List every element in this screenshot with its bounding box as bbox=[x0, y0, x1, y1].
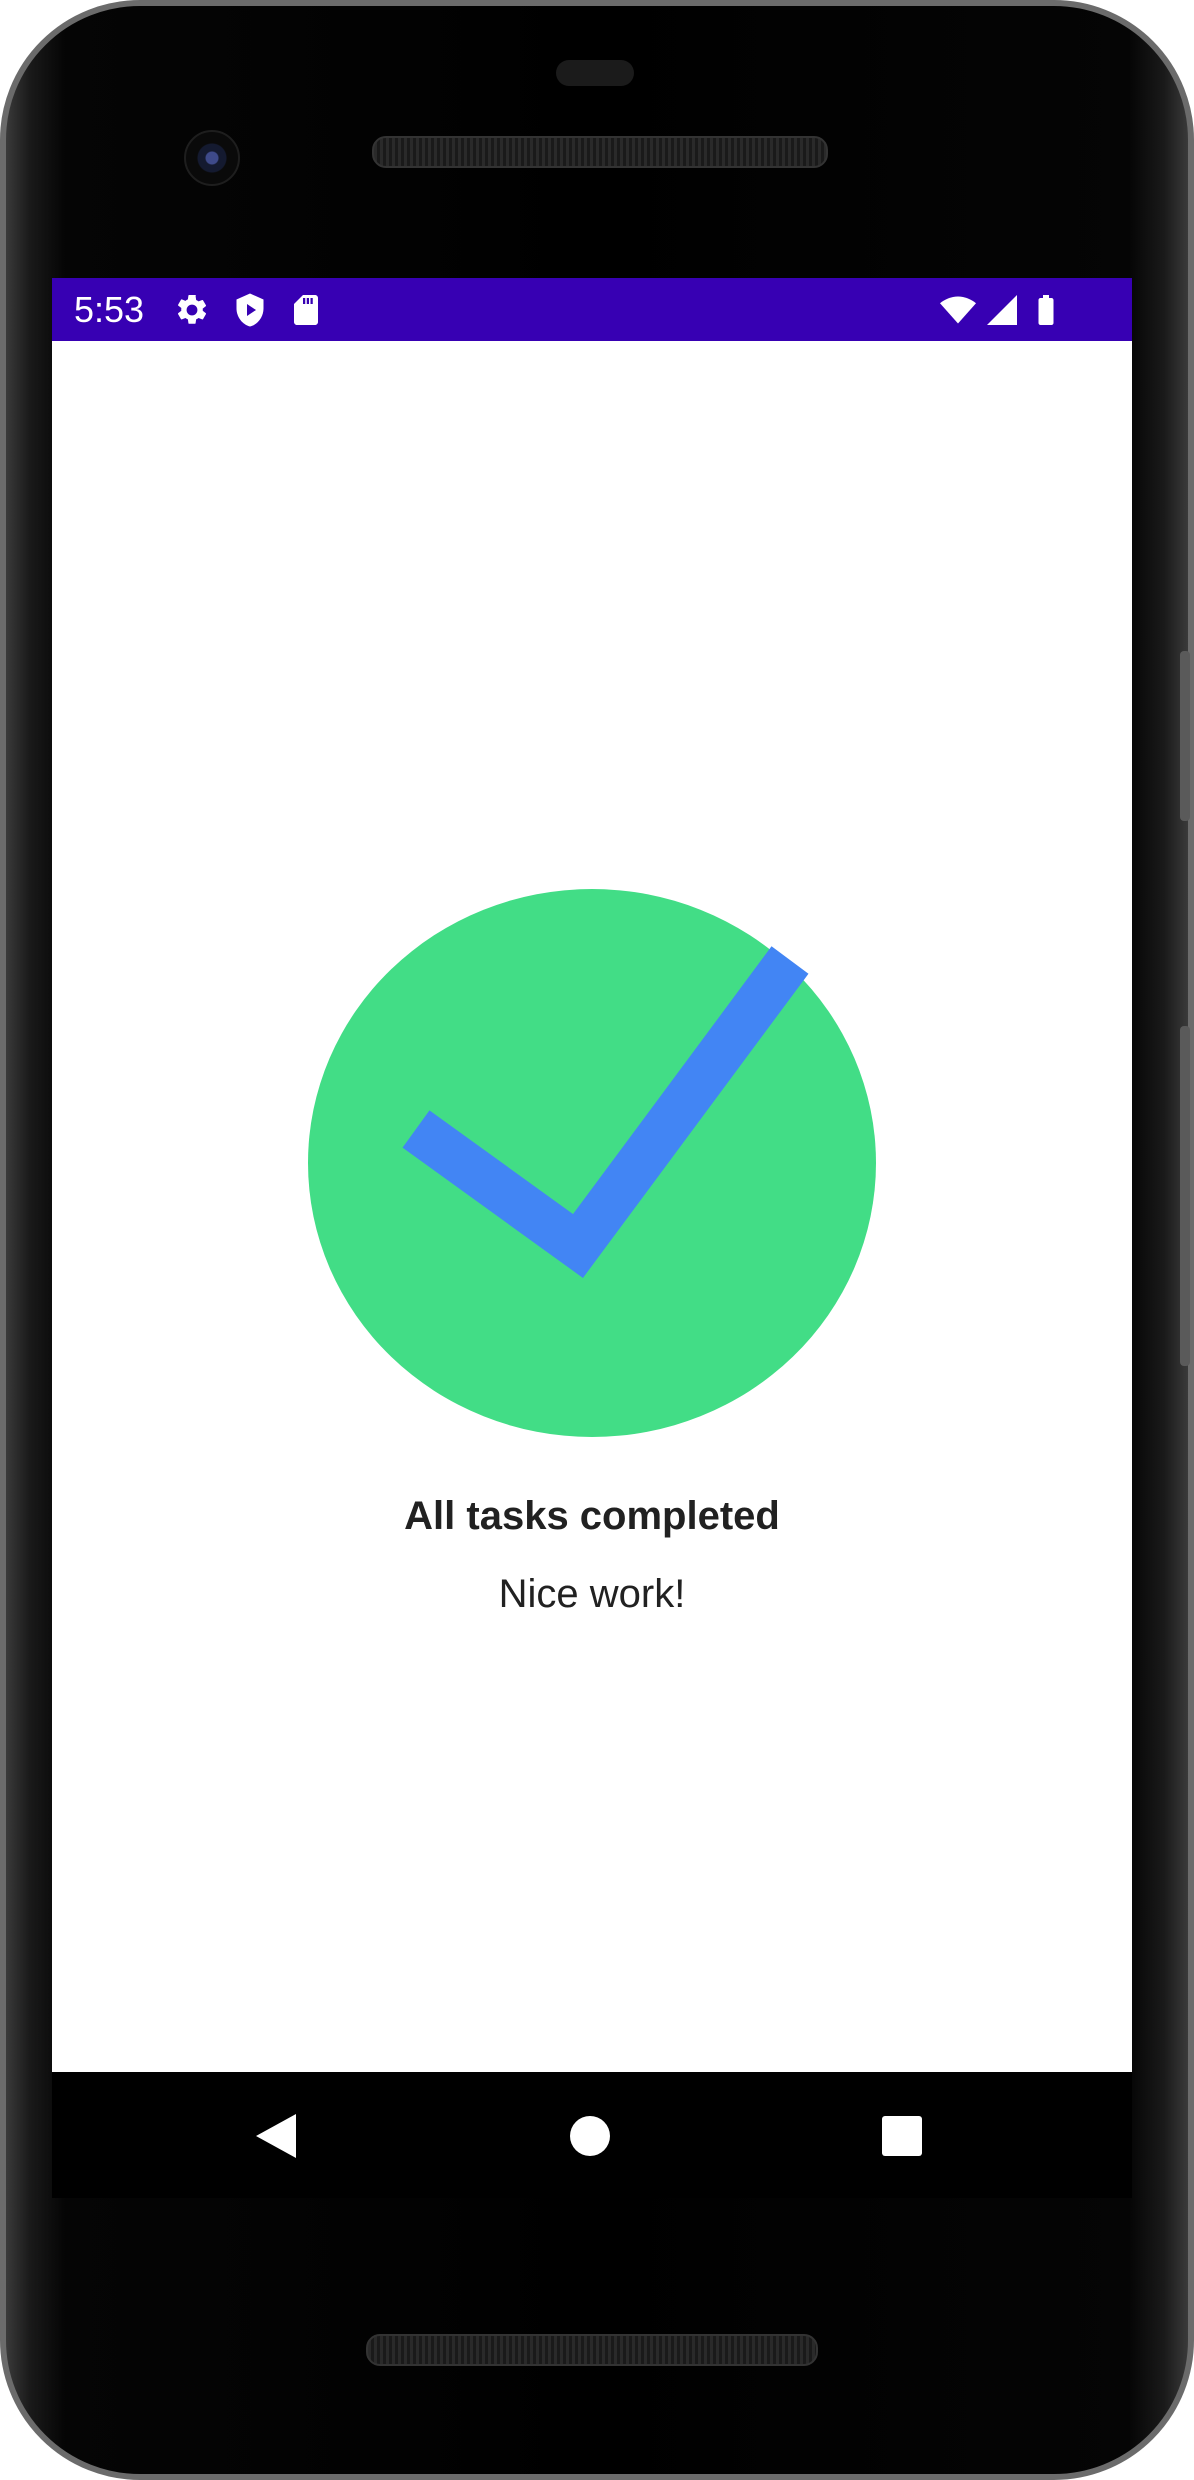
recents-button[interactable] bbox=[862, 2096, 942, 2176]
cell-signal-icon bbox=[984, 292, 1020, 328]
status-time: 5:53 bbox=[74, 289, 145, 330]
completion-subtitle: Nice work! bbox=[498, 1572, 686, 1616]
bottom-speaker-grille bbox=[366, 2334, 818, 2366]
recents-icon bbox=[882, 2116, 922, 2156]
status-bar: 5:53 bbox=[52, 278, 1132, 341]
top-speaker-grille bbox=[372, 136, 828, 168]
battery-icon bbox=[1028, 292, 1064, 328]
device-screen: 5:53 All tasks completed Nice work! bbox=[52, 278, 1132, 2072]
home-icon bbox=[570, 2116, 610, 2156]
home-button[interactable] bbox=[550, 2096, 630, 2176]
check-circle-icon bbox=[308, 889, 876, 1437]
power-button bbox=[1180, 651, 1190, 821]
back-button[interactable] bbox=[236, 2096, 316, 2176]
gear-icon bbox=[174, 292, 210, 328]
back-icon bbox=[256, 2114, 296, 2158]
sd-card-icon bbox=[288, 292, 324, 328]
front-camera bbox=[184, 130, 240, 186]
volume-button bbox=[1180, 1026, 1190, 1366]
shield-play-icon bbox=[232, 292, 268, 328]
main-content: All tasks completed Nice work! bbox=[52, 341, 1132, 2072]
wifi-icon bbox=[940, 292, 976, 328]
proximity-sensor bbox=[556, 60, 634, 86]
navigation-bar bbox=[52, 2072, 1132, 2198]
completion-title: All tasks completed bbox=[404, 1494, 780, 1538]
